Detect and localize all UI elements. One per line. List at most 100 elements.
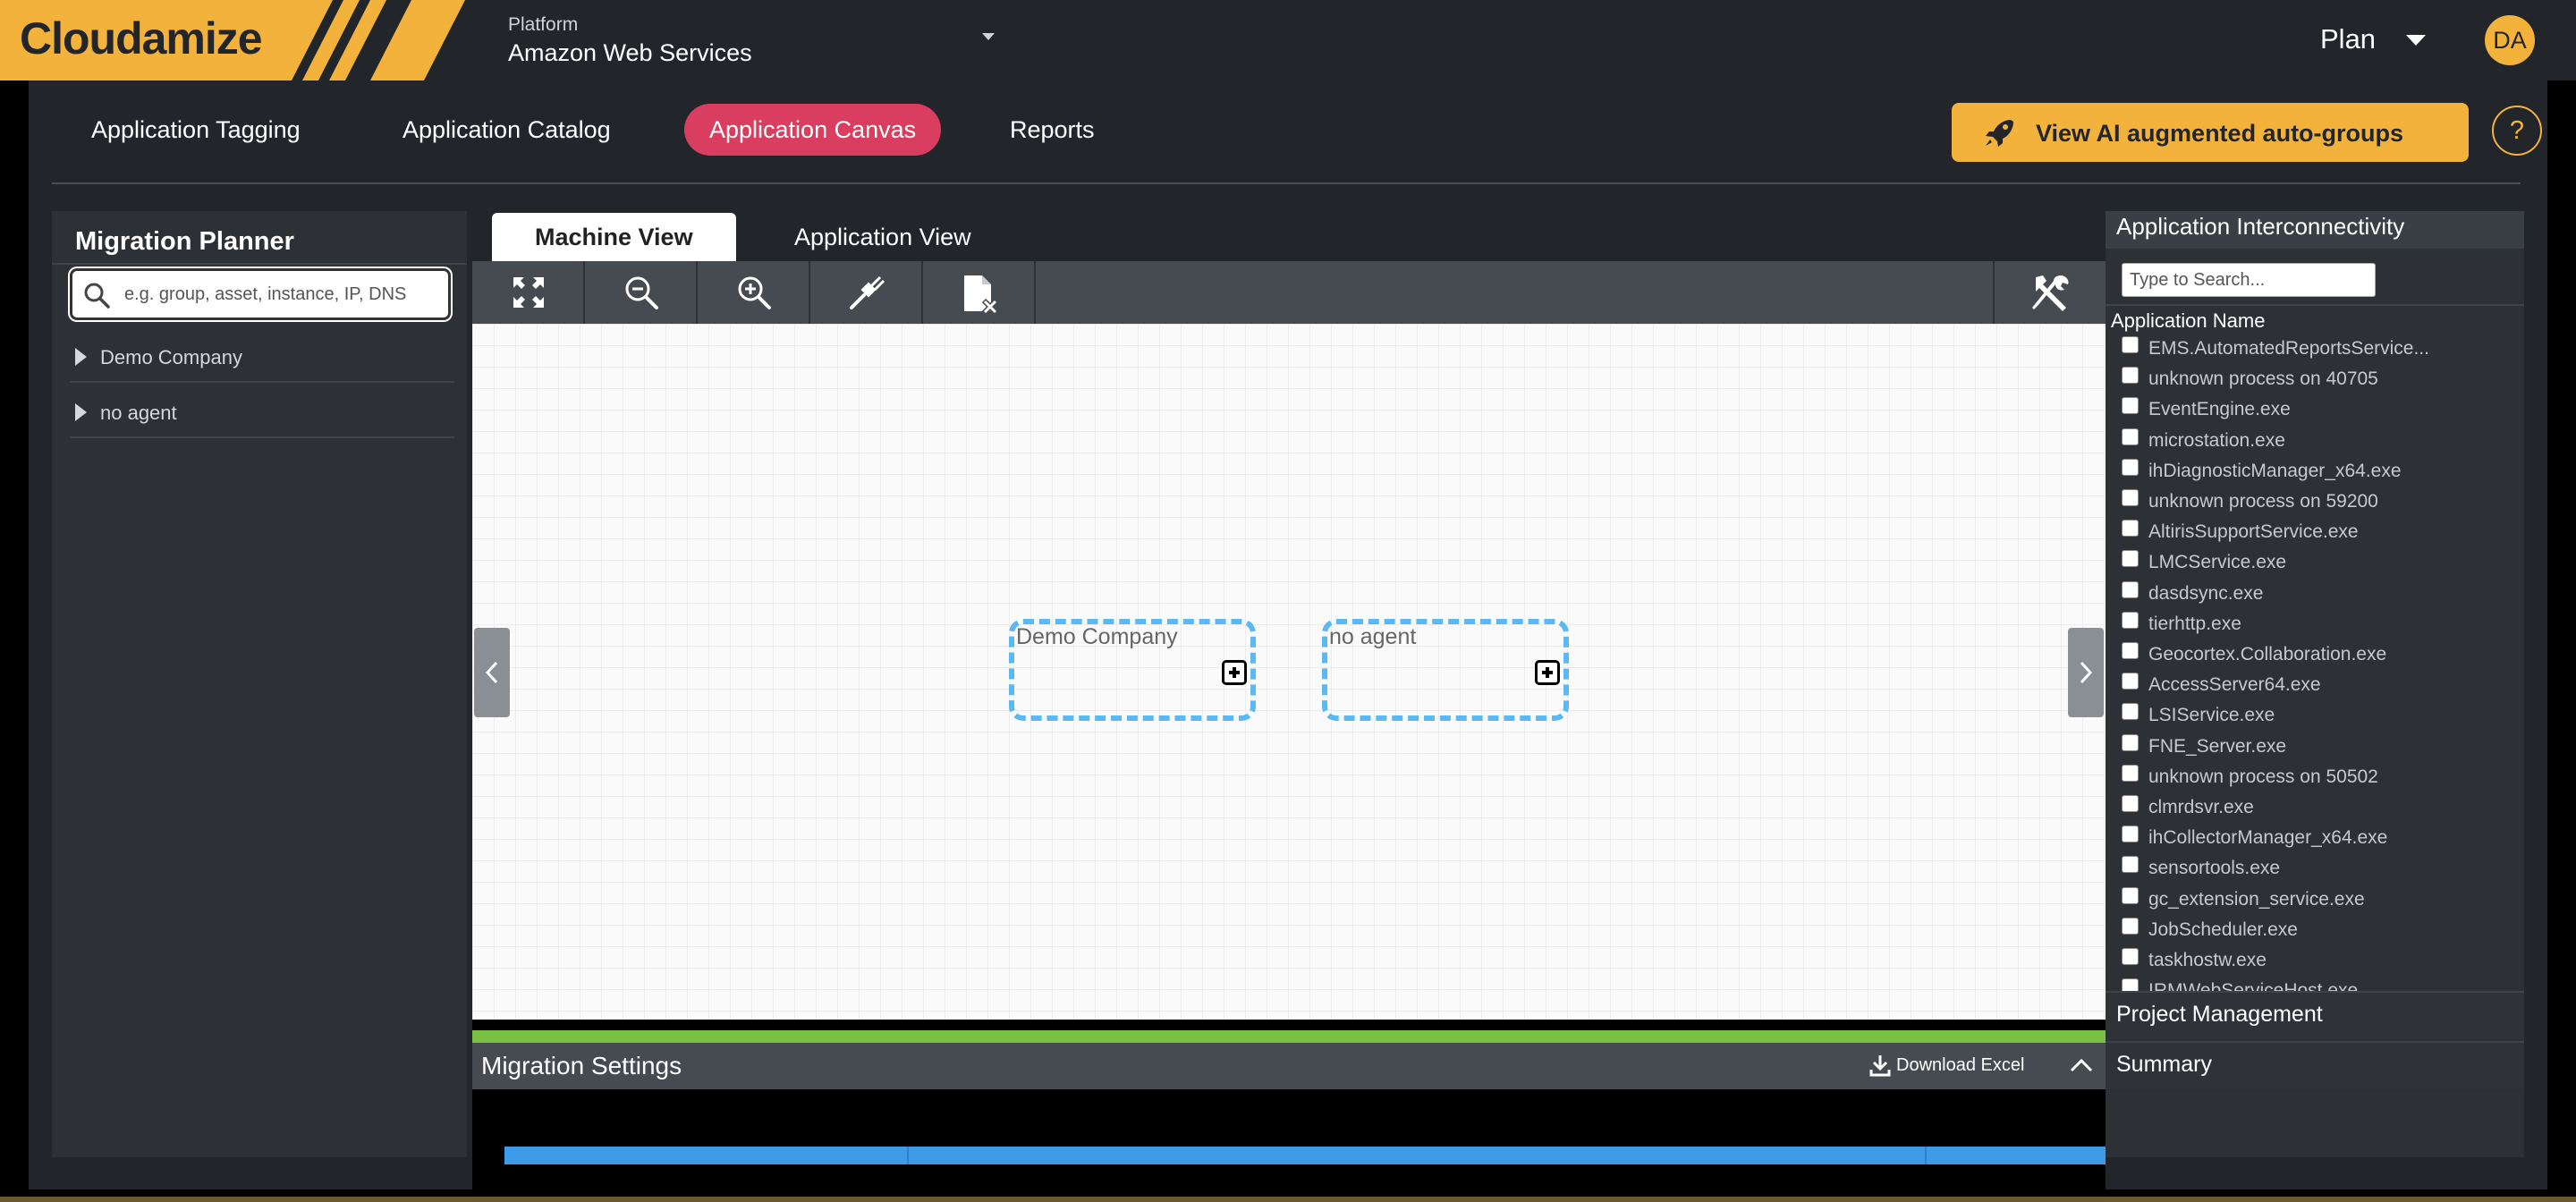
migration-settings-body — [472, 1089, 2106, 1191]
chevron-down-icon[interactable] — [982, 33, 995, 40]
list-item[interactable]: tierhttp.exe — [2122, 610, 2515, 640]
collapse-right-button[interactable] — [2068, 628, 2104, 717]
list-item[interactable]: FNE_Server.exe — [2122, 732, 2515, 763]
list-item[interactable]: unknown process on 50502 — [2122, 763, 2515, 793]
chevron-down-icon[interactable] — [2406, 35, 2426, 46]
list-item[interactable]: LMCService.exe — [2122, 548, 2515, 579]
list-item[interactable]: unknown process on 59200 — [2122, 487, 2515, 518]
caret-right-icon[interactable] — [75, 348, 87, 366]
expand-plus-icon[interactable] — [1535, 660, 1560, 685]
list-item[interactable]: dasdsync.exe — [2122, 580, 2515, 610]
section-summary[interactable]: Summary — [2106, 1041, 2524, 1089]
checkbox[interactable] — [2122, 550, 2139, 568]
checkbox[interactable] — [2122, 458, 2139, 476]
checkbox[interactable] — [2122, 611, 2139, 629]
list-item[interactable]: gc_extension_service.exe — [2122, 885, 2515, 916]
list-item[interactable]: AltirisSupportService.exe — [2122, 518, 2515, 548]
brand-logo[interactable]: Cloudamize — [0, 0, 465, 80]
expand-plus-icon[interactable] — [1222, 660, 1247, 685]
connect-button[interactable] — [810, 261, 923, 324]
list-item[interactable]: ihDiagnosticManager_x64.exe — [2122, 457, 2515, 487]
platform-value: Amazon Web Services — [508, 39, 752, 66]
checkbox[interactable] — [2122, 336, 2139, 353]
checkbox[interactable] — [2122, 580, 2139, 598]
application-name: LSIService.exe — [2148, 705, 2275, 726]
tab-reports[interactable]: Reports — [985, 104, 1120, 156]
fit-screen-button[interactable] — [472, 261, 585, 324]
tab-application-canvas[interactable]: Application Canvas — [684, 104, 942, 156]
caret-right-icon[interactable] — [75, 403, 87, 421]
tools-button[interactable] — [1993, 261, 2106, 324]
zoom-out-button[interactable] — [585, 261, 698, 324]
planner-search-input[interactable] — [124, 282, 437, 307]
list-item[interactable]: unknown process on 40705 — [2122, 365, 2515, 395]
application-name: taskhostw.exe — [2148, 950, 2267, 970]
nav-bar: Application Tagging Application Catalog … — [29, 80, 2547, 184]
list-item[interactable]: ihCollectorManager_x64.exe — [2122, 824, 2515, 854]
list-item[interactable]: Geocortex.Collaboration.exe — [2122, 640, 2515, 671]
list-item[interactable]: sensortools.exe — [2122, 854, 2515, 885]
checkbox[interactable] — [2122, 489, 2139, 506]
tab-application-view[interactable]: Application View — [751, 213, 1014, 261]
checkbox[interactable] — [2122, 397, 2139, 415]
group-node-no-agent[interactable]: no agent — [1322, 619, 1569, 721]
group-node-demo-company[interactable]: Demo Company — [1009, 619, 1256, 721]
interconnectivity-divider — [2106, 304, 2524, 306]
zoom-in-button[interactable] — [698, 261, 810, 324]
checkbox[interactable] — [2122, 764, 2139, 782]
list-item[interactable]: EventEngine.exe — [2122, 395, 2515, 426]
checkbox[interactable] — [2122, 673, 2139, 690]
tab-application-tagging[interactable]: Application Tagging — [66, 104, 326, 156]
mode-selector[interactable]: Plan — [2320, 23, 2376, 55]
platform-selector[interactable]: Platform Amazon Web Services — [508, 14, 752, 67]
help-button[interactable]: ? — [2492, 106, 2542, 156]
download-icon[interactable] — [1869, 1054, 1891, 1077]
interconnectivity-search-input[interactable] — [2123, 264, 2375, 296]
application-name: unknown process on 59200 — [2148, 491, 2378, 512]
checkbox[interactable] — [2122, 948, 2139, 965]
machine-canvas[interactable]: Demo Company no agent — [472, 324, 2106, 1020]
migration-settings-header[interactable]: Migration Settings Download Excel — [472, 1043, 2106, 1089]
tree-item-no-agent[interactable]: no agent — [70, 385, 454, 438]
planner-title: Migration Planner — [75, 227, 294, 256]
download-excel-link[interactable]: Download Excel — [1896, 1055, 2024, 1076]
list-item[interactable]: JobScheduler.exe — [2122, 916, 2515, 946]
tab-application-catalog[interactable]: Application Catalog — [377, 104, 636, 156]
avatar[interactable]: DA — [2485, 15, 2535, 65]
application-name: EventEngine.exe — [2148, 399, 2291, 420]
checkbox[interactable] — [2122, 703, 2139, 721]
application-name: unknown process on 40705 — [2148, 368, 2378, 390]
list-item[interactable]: AccessServer64.exe — [2122, 671, 2515, 701]
application-name: tierhttp.exe — [2148, 613, 2241, 634]
checkbox[interactable] — [2122, 520, 2139, 538]
tree-item-demo-company[interactable]: Demo Company — [70, 329, 454, 383]
list-item[interactable]: microstation.exe — [2122, 427, 2515, 457]
list-item[interactable]: clmrdsvr.exe — [2122, 793, 2515, 824]
application-name: Geocortex.Collaboration.exe — [2148, 644, 2387, 664]
checkbox[interactable] — [2122, 917, 2139, 935]
canvas-area: Demo Company no agent Migration Settings — [472, 261, 2106, 1191]
zoom-in-icon — [738, 276, 771, 309]
list-item[interactable]: taskhostw.exe — [2122, 946, 2515, 977]
checkbox[interactable] — [2122, 427, 2139, 445]
list-item[interactable]: LSIService.exe — [2122, 701, 2515, 732]
collapse-left-button[interactable] — [474, 628, 510, 717]
checkbox[interactable] — [2122, 825, 2139, 843]
section-project-management[interactable]: Project Management — [2106, 991, 2524, 1039]
ai-auto-groups-button[interactable]: View AI augmented auto-groups — [1952, 103, 2469, 162]
migration-settings-title: Migration Settings — [481, 1052, 682, 1079]
resize-handle[interactable] — [472, 1030, 2106, 1043]
checkbox[interactable] — [2122, 642, 2139, 659]
checkbox[interactable] — [2122, 856, 2139, 874]
application-list[interactable]: EMS.AutomatedReportsService... unknown pr… — [2106, 334, 2524, 995]
interconnectivity-title[interactable]: Application Interconnectivity — [2106, 211, 2524, 249]
checkbox[interactable] — [2122, 795, 2139, 812]
checkbox[interactable] — [2122, 886, 2139, 904]
tab-machine-view[interactable]: Machine View — [492, 213, 736, 261]
chevron-up-icon[interactable] — [2070, 1057, 2093, 1073]
checkbox[interactable] — [2122, 733, 2139, 751]
export-file-button[interactable] — [923, 261, 1036, 324]
canvas-toolbar — [472, 261, 2106, 324]
checkbox[interactable] — [2122, 367, 2139, 385]
list-item[interactable]: EMS.AutomatedReportsService... — [2122, 334, 2515, 365]
